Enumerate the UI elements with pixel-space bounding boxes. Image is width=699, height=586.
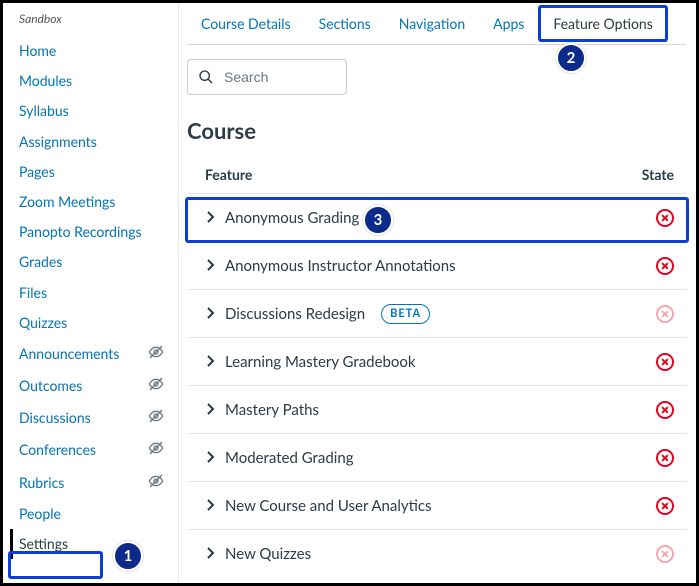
tab-sections[interactable]: Sections <box>305 5 385 42</box>
state-disabled-icon[interactable] <box>656 497 674 515</box>
state-disabled-icon[interactable] <box>656 305 674 323</box>
chevron-right-icon <box>205 449 215 466</box>
sidebar-item-label: Discussions <box>19 409 91 427</box>
chevron-right-icon <box>205 305 215 322</box>
sidebar-item-label: Grades <box>19 253 62 271</box>
col-feature: Feature <box>205 166 252 183</box>
feature-name: Anonymous Instructor Annotations <box>225 257 456 275</box>
search-input[interactable] <box>222 68 336 86</box>
search-field[interactable] <box>187 59 347 95</box>
chevron-right-icon <box>205 353 215 370</box>
sidebar-item-files[interactable]: Files <box>19 278 178 308</box>
section-title: Course <box>187 117 686 144</box>
feature-row-learning-mastery[interactable]: Learning Mastery Gradebook <box>187 337 686 385</box>
state-disabled-icon[interactable] <box>656 209 674 227</box>
state-disabled-icon[interactable] <box>656 353 674 371</box>
hidden-eye-icon <box>148 376 164 396</box>
state-disabled-icon[interactable] <box>656 257 674 275</box>
feature-name: Moderated Grading <box>225 449 354 467</box>
sidebar-item-label: Assignments <box>19 133 97 151</box>
sidebar-item-settings[interactable]: Settings <box>10 529 178 559</box>
hidden-eye-icon <box>148 408 164 428</box>
sidebar-item-zoom[interactable]: Zoom Meetings <box>19 187 178 217</box>
tab-feature-options[interactable]: Feature Options <box>538 5 667 42</box>
tab-course-details[interactable]: Course Details <box>187 5 305 42</box>
sidebar-item-discussions[interactable]: Discussions <box>19 402 178 434</box>
feature-name: Anonymous Grading <box>225 209 359 227</box>
sidebar-item-assignments[interactable]: Assignments <box>19 127 178 157</box>
beta-badge: BETA <box>381 304 430 324</box>
context-title: Sandbox <box>19 11 178 26</box>
sidebar-item-label: Announcements <box>19 345 119 363</box>
hidden-eye-icon <box>148 344 164 364</box>
chevron-right-icon <box>205 401 215 418</box>
sidebar-item-label: Pages <box>19 163 55 181</box>
state-disabled-icon[interactable] <box>656 401 674 419</box>
search-wrap <box>187 59 686 95</box>
sidebar-item-modules[interactable]: Modules <box>19 66 178 96</box>
tab-apps[interactable]: Apps <box>479 5 538 42</box>
hidden-eye-icon <box>148 440 164 460</box>
sidebar-item-label: Settings <box>19 535 68 553</box>
hidden-eye-icon <box>148 473 164 493</box>
sidebar-item-rubrics[interactable]: Rubrics <box>19 467 178 499</box>
sidebar-item-label: Zoom Meetings <box>19 193 115 211</box>
sidebar-item-label: Syllabus <box>19 102 69 120</box>
sidebar-item-label: Outcomes <box>19 377 82 395</box>
feature-name: New Course and User Analytics <box>225 497 432 515</box>
feature-row-anon-instructor-annotations[interactable]: Anonymous Instructor Annotations <box>187 241 686 289</box>
feature-name: New Quizzes <box>225 545 311 563</box>
state-disabled-icon[interactable] <box>656 545 674 563</box>
annotation-badge-3: 3 <box>363 205 393 235</box>
sidebar-item-label: Conferences <box>19 441 96 459</box>
tab-navigation[interactable]: Navigation <box>385 5 479 42</box>
sidebar-item-people[interactable]: People <box>19 499 178 529</box>
sidebar-item-label: Files <box>19 284 47 302</box>
feature-row-new-quizzes[interactable]: New Quizzes <box>187 529 686 577</box>
feature-table-header: Feature State <box>187 158 686 193</box>
sidebar-item-label: Panopto Recordings <box>19 223 142 241</box>
sidebar-item-announcements[interactable]: Announcements <box>19 338 178 370</box>
main-content: Course Details Sections Navigation Apps … <box>179 3 696 583</box>
sidebar-item-conferences[interactable]: Conferences <box>19 434 178 466</box>
col-state: State <box>642 166 674 183</box>
feature-row-moderated-grading[interactable]: Moderated Grading <box>187 433 686 481</box>
feature-name: Learning Mastery Gradebook <box>225 353 416 371</box>
state-disabled-icon[interactable] <box>656 449 674 467</box>
sidebar-item-syllabus[interactable]: Syllabus <box>19 96 178 126</box>
sidebar-item-grades[interactable]: Grades <box>19 247 178 277</box>
sidebar-item-pages[interactable]: Pages <box>19 157 178 187</box>
feature-row-discussions-redesign[interactable]: Discussions Redesign BETA <box>187 289 686 337</box>
annotation-badge-1: 1 <box>113 541 143 571</box>
sidebar-item-home[interactable]: Home <box>19 36 178 66</box>
feature-row-mastery-paths[interactable]: Mastery Paths <box>187 385 686 433</box>
chevron-right-icon <box>205 497 215 514</box>
sidebar-item-label: Home <box>19 42 56 60</box>
chevron-right-icon <box>205 209 215 226</box>
feature-name: Mastery Paths <box>225 401 319 419</box>
sidebar-item-panopto[interactable]: Panopto Recordings <box>19 217 178 247</box>
feature-name: Discussions Redesign <box>225 305 365 323</box>
sidebar-item-label: Quizzes <box>19 314 67 332</box>
sidebar-item-label: People <box>19 505 61 523</box>
chevron-right-icon <box>205 545 215 562</box>
feature-row-new-analytics[interactable]: New Course and User Analytics <box>187 481 686 529</box>
annotation-badge-2: 2 <box>556 43 586 73</box>
settings-tabs: Course Details Sections Navigation Apps … <box>187 3 686 45</box>
chevron-right-icon <box>205 257 215 274</box>
sidebar-item-outcomes[interactable]: Outcomes <box>19 370 178 402</box>
course-sidebar: Sandbox Home Modules Syllabus Assignment… <box>3 3 179 583</box>
sidebar-item-label: Modules <box>19 72 72 90</box>
app-frame: Sandbox Home Modules Syllabus Assignment… <box>0 0 699 586</box>
search-icon <box>198 69 214 85</box>
sidebar-item-label: Rubrics <box>19 474 64 492</box>
sidebar-item-quizzes[interactable]: Quizzes <box>19 308 178 338</box>
feature-row-anonymous-grading[interactable]: Anonymous Grading <box>187 193 686 241</box>
